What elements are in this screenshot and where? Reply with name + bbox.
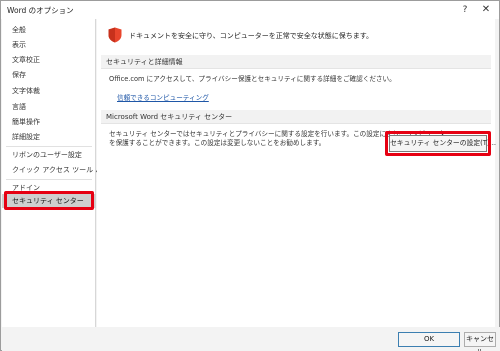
window-title: Word のオプション: [7, 6, 74, 15]
trust-center-highlight: [4, 191, 94, 210]
banner-text: ドキュメントを安全に守り、コンピューターを正常で安全な状態に保ちます。: [129, 32, 374, 40]
help-button[interactable]: ?: [456, 3, 474, 17]
title-bar: Word のオプション ? ✕: [1, 1, 499, 19]
sidebar-item-proofing[interactable]: 文章校正: [2, 53, 96, 67]
trustworthy-computing-link[interactable]: 信頼できるコンピューティング: [117, 92, 209, 102]
sidebar-item-advanced[interactable]: 詳細設定: [2, 130, 96, 144]
options-sidebar: 全般 表示 文章校正 保存 文字体裁 言語 簡単操作 詳細設定 リボンのユーザー…: [2, 19, 109, 327]
security-section-text: Office.com にアクセスして、プライバシー保護とセキュリティに関する詳細…: [109, 75, 396, 83]
dialog-footer: OK キャンセル: [2, 327, 500, 351]
sidebar-item-accessibility[interactable]: 簡単操作: [2, 115, 96, 129]
sidebar-divider: [6, 146, 92, 147]
trust-center-section-heading: Microsoft Word セキュリティ センター: [101, 110, 491, 124]
trust-center-panel: ドキュメントを安全に守り、コンピューターを正常で安全な状態に保ちます。 セキュリ…: [97, 19, 496, 327]
ok-button[interactable]: OK: [398, 332, 460, 347]
security-section-heading: セキュリティと詳細情報: [101, 55, 491, 69]
sidebar-item-language[interactable]: 言語: [2, 100, 96, 114]
sidebar-item-customize-ribbon[interactable]: リボンのユーザー設定: [2, 148, 96, 162]
sidebar-divider: [6, 179, 92, 180]
close-button[interactable]: ✕: [477, 3, 495, 17]
word-options-dialog: Word のオプション ? ✕ 全般 表示 文章校正 保存 文字体裁 言語 簡単…: [0, 0, 500, 351]
sidebar-item-general[interactable]: 全般: [2, 23, 96, 37]
shield-icon: [108, 27, 122, 43]
sidebar-item-save[interactable]: 保存: [2, 68, 96, 82]
sidebar-item-quick-access-toolbar[interactable]: クイック アクセス ツール バー: [2, 163, 109, 177]
cancel-button[interactable]: キャンセル: [464, 332, 496, 351]
sidebar-item-typography[interactable]: 文字体裁: [2, 84, 96, 98]
sidebar-item-display[interactable]: 表示: [2, 38, 96, 52]
trust-center-text-line2: を保護することができます。この設定は変更しないことをお勧めします。: [109, 139, 326, 147]
trust-center-button-highlight: [385, 131, 491, 156]
